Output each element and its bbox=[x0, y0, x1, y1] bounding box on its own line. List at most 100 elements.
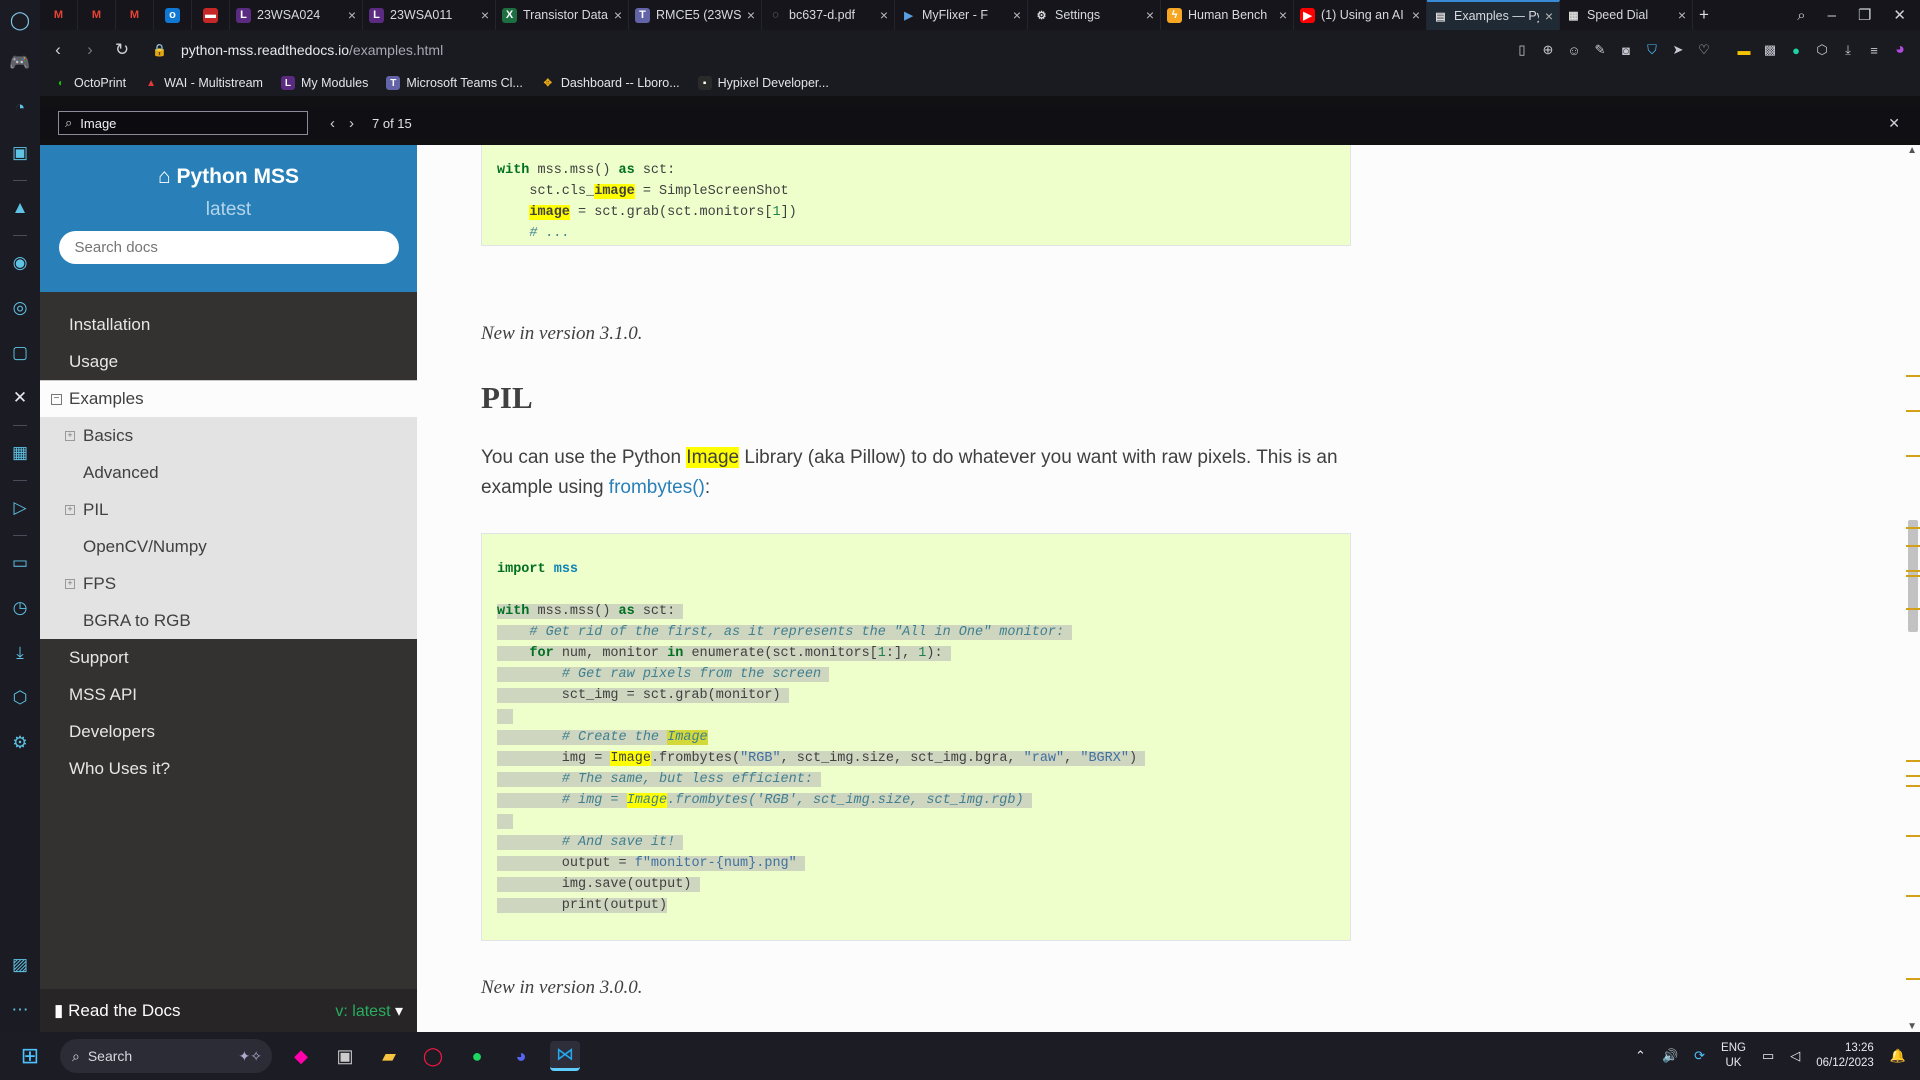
find-next-icon[interactable]: › bbox=[349, 115, 354, 132]
tab-gmail-3[interactable]: M bbox=[116, 0, 154, 30]
menu-item-advanced[interactable]: Advanced bbox=[40, 454, 417, 491]
bookmark-octoprint[interactable]: ◐ OctoPrint bbox=[54, 76, 126, 90]
file-explorer-icon[interactable]: ▰ bbox=[374, 1041, 404, 1071]
expand-icon[interactable]: + bbox=[65, 504, 75, 515]
camera-icon[interactable]: ◙ bbox=[1618, 42, 1634, 58]
tab-transistor-data[interactable]: X Transistor Data × bbox=[496, 0, 629, 30]
tab-red-app[interactable]: ▬ bbox=[192, 0, 230, 30]
menu-item-developers[interactable]: Developers bbox=[40, 713, 417, 750]
code-block-pil-example[interactable]: import mss with mss.mss() as sct: # Get … bbox=[481, 533, 1351, 941]
close-icon[interactable]: × bbox=[1146, 7, 1154, 23]
aria-icon[interactable]: ▲ bbox=[0, 185, 40, 230]
tab-myflixer[interactable]: ▶ MyFlixer - F × bbox=[895, 0, 1028, 30]
menu-item-pil[interactable]: + PIL bbox=[40, 491, 417, 528]
shield-icon[interactable]: ⛉ bbox=[1644, 42, 1660, 58]
wallet-icon[interactable]: ▬ bbox=[1736, 42, 1752, 58]
docs-search-input[interactable] bbox=[58, 231, 399, 264]
bookmark-dashboard[interactable]: ✥ Dashboard -- Lboro... bbox=[541, 76, 680, 90]
collapse-icon[interactable]: − bbox=[51, 393, 62, 405]
history-icon[interactable]: ◷ bbox=[0, 585, 40, 630]
zoom-icon[interactable]: ⊕ bbox=[1540, 42, 1556, 58]
close-icon[interactable]: × bbox=[1013, 7, 1021, 23]
window-close-icon[interactable]: ✕ bbox=[1893, 6, 1906, 24]
network-icon[interactable]: ▭ bbox=[1762, 1048, 1774, 1064]
heart-icon[interactable]: ♡ bbox=[1696, 42, 1712, 58]
whatsapp-icon[interactable]: ◎ bbox=[0, 285, 40, 330]
tab-bc637-pdf[interactable]: ◌ bc637-d.pdf × bbox=[762, 0, 895, 30]
scrollbar[interactable]: ▲ ▼ bbox=[1906, 145, 1920, 1032]
shopping-bag-icon[interactable]: ▣ bbox=[0, 130, 40, 175]
expand-icon[interactable]: + bbox=[65, 578, 75, 589]
download-icon[interactable]: ⤓ bbox=[1840, 42, 1856, 58]
discord-icon[interactable]: ▦ bbox=[0, 430, 40, 475]
speaker-icon[interactable]: ◁ bbox=[1790, 1048, 1800, 1064]
discord-icon[interactable]: ◕ bbox=[506, 1041, 536, 1071]
menu-item-installation[interactable]: Installation bbox=[40, 306, 417, 343]
language-indicator[interactable]: ENG UK bbox=[1721, 1041, 1746, 1071]
downloads-icon[interactable]: ⤓ bbox=[0, 630, 40, 675]
extensions-cube-icon[interactable]: ⬡ bbox=[0, 675, 40, 720]
extension-icon[interactable]: ▩ bbox=[1762, 42, 1778, 58]
tab-23wsa011[interactable]: L 23WSA011 × bbox=[363, 0, 496, 30]
scroll-down-icon[interactable]: ▼ bbox=[1907, 1021, 1917, 1032]
instagram-icon[interactable]: ▢ bbox=[0, 330, 40, 375]
tab-23wsa024[interactable]: L 23WSA024 × bbox=[230, 0, 363, 30]
messenger-icon[interactable]: ◉ bbox=[0, 240, 40, 285]
notification-bell-icon[interactable]: 🔔 bbox=[1890, 1048, 1906, 1064]
vscode-icon[interactable]: ⋈ bbox=[550, 1041, 580, 1071]
bookmark-teams[interactable]: T Microsoft Teams Cl... bbox=[386, 76, 523, 90]
tray-overflow-icon[interactable]: ⌃ bbox=[1635, 1048, 1646, 1064]
rtd-version-footer[interactable]: ▮ Read the Docs v: latest ▾ bbox=[40, 989, 417, 1032]
tab-examples-active[interactable]: ▤ Examples — Py × bbox=[1427, 0, 1560, 30]
gamepad-icon[interactable]: 🎮 bbox=[0, 40, 40, 85]
tab-gmail-1[interactable]: M bbox=[40, 0, 78, 30]
find-previous-icon[interactable]: ‹ bbox=[330, 115, 335, 132]
spotify-icon[interactable]: ● bbox=[462, 1041, 492, 1071]
player-icon[interactable]: ▷ bbox=[0, 485, 40, 530]
taskbar-clock[interactable]: 13:26 06/12/2023 bbox=[1816, 1041, 1874, 1071]
tab-settings[interactable]: ⚙ Settings × bbox=[1028, 0, 1161, 30]
pictures-icon[interactable]: ▨ bbox=[0, 942, 40, 987]
menu-item-opencv[interactable]: OpenCV/Numpy bbox=[40, 528, 417, 565]
menu-item-support[interactable]: Support bbox=[40, 639, 417, 676]
more-icon[interactable]: ⋯ bbox=[0, 987, 40, 1032]
menu-item-fps[interactable]: + FPS bbox=[40, 565, 417, 602]
send-icon[interactable]: ➤ bbox=[1670, 42, 1686, 58]
speedometer-icon[interactable]: ◔ bbox=[0, 85, 40, 130]
frombytes-link[interactable]: frombytes() bbox=[609, 477, 705, 498]
close-icon[interactable]: × bbox=[1279, 7, 1287, 23]
lock-icon[interactable]: 🔒 bbox=[152, 43, 167, 57]
tab-speed-dial[interactable]: ▦ Speed Dial × bbox=[1560, 0, 1693, 30]
opera-logo-icon[interactable]: ◯ bbox=[0, 0, 40, 40]
find-input[interactable] bbox=[80, 115, 281, 131]
taskbar-search[interactable]: ⌕ Search ✦✧ bbox=[60, 1039, 272, 1073]
project-home-link[interactable]: ⌂ Python MSS bbox=[158, 165, 299, 189]
close-icon[interactable]: × bbox=[747, 7, 755, 23]
opera-gx-icon[interactable]: ◯ bbox=[418, 1041, 448, 1071]
copilot-icon[interactable]: ◆ bbox=[286, 1041, 316, 1071]
bookmark-wai[interactable]: ▲ WAI - Multistream bbox=[144, 76, 263, 90]
emoji-icon[interactable]: ☺ bbox=[1566, 42, 1582, 58]
tab-rmce5[interactable]: T RMCE5 (23WS × bbox=[629, 0, 762, 30]
url-field[interactable]: python-mss.readthedocs.io/examples.html bbox=[181, 42, 443, 58]
assistant-icon[interactable]: ● bbox=[1788, 42, 1804, 58]
close-icon[interactable]: × bbox=[1412, 7, 1420, 23]
bookmark-my-modules[interactable]: L My Modules bbox=[280, 76, 368, 90]
close-icon[interactable]: × bbox=[614, 7, 622, 23]
menu-item-basics[interactable]: + Basics bbox=[40, 417, 417, 454]
tab-human-bench[interactable]: ϟ Human Bench × bbox=[1161, 0, 1294, 30]
reload-icon[interactable]: ↻ bbox=[106, 40, 138, 60]
profile-avatar[interactable]: ◕ bbox=[1892, 41, 1908, 58]
forward-icon[interactable]: › bbox=[74, 40, 106, 60]
close-icon[interactable]: × bbox=[348, 7, 356, 23]
find-close-icon[interactable]: ✕ bbox=[1888, 115, 1900, 132]
new-tab-button[interactable]: + bbox=[1693, 0, 1723, 30]
bookmark-hypixel[interactable]: ▪ Hypixel Developer... bbox=[697, 76, 829, 90]
volume-tray-icon[interactable]: 🔊 bbox=[1662, 1048, 1678, 1064]
menu-icon[interactable]: ≡ bbox=[1866, 42, 1882, 58]
close-icon[interactable]: × bbox=[481, 7, 489, 23]
tab-gmail-2[interactable]: M bbox=[78, 0, 116, 30]
back-icon[interactable]: ‹ bbox=[42, 40, 74, 60]
windows-start-icon[interactable]: ⊞ bbox=[0, 1043, 60, 1069]
close-icon[interactable]: × bbox=[1678, 7, 1686, 23]
